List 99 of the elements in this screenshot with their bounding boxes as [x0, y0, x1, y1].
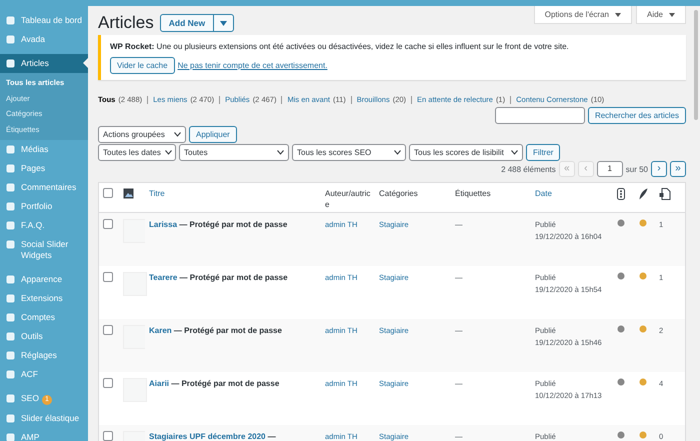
caret-icon	[220, 21, 228, 26]
seo-score-dot-icon	[617, 272, 625, 280]
menu-icon	[5, 58, 16, 69]
menu-icon	[5, 182, 16, 193]
sidebar-menu-item[interactable]: Médias	[0, 140, 88, 159]
checkbox[interactable]	[103, 431, 113, 441]
feather-icon	[639, 188, 648, 200]
sidebar-menu-item[interactable]: ACF	[0, 365, 88, 384]
column-header: Catégories	[379, 188, 418, 199]
menu-icon	[5, 163, 16, 174]
post-title: Tearere — Protégé par mot de passe	[149, 272, 289, 284]
dropdown-select[interactable]: Toutes les dates	[98, 144, 176, 161]
post-title-link[interactable]: Karen	[149, 326, 172, 335]
sidebar-menu-item[interactable]: Avada	[0, 30, 88, 49]
post-title-link[interactable]: Larissa	[149, 220, 178, 229]
screen-options-tab[interactable]: Options de l'écran	[534, 6, 632, 24]
post-title: Aiarii — Protégé par mot de passe	[149, 378, 280, 390]
post-title: Stagiaires UPF décembre 2020 —	[149, 431, 277, 441]
apply-button[interactable]: Appliquer	[189, 126, 237, 143]
menu-icon	[5, 432, 16, 441]
chevron-icon	[394, 150, 401, 155]
traffic-light-icon	[617, 188, 625, 200]
sidebar-menu-item[interactable]: Extensions	[0, 289, 88, 308]
seo-score-dot-icon	[617, 431, 625, 439]
dropdown-select[interactable]: Actions groupées	[98, 126, 186, 143]
chevron-icon	[277, 150, 284, 155]
menu-icon	[5, 331, 16, 342]
notice-text: WP Rocket: Une ou plusieurs extensions ont été activées ou désactivées, videz le cache si elles influent sur le front de votre site.	[110, 41, 570, 52]
post-title-link[interactable]: Stagiaires UPF décembre 2020	[149, 432, 266, 441]
menu-icon	[5, 350, 16, 361]
menu-icon	[5, 201, 16, 212]
menu-icon	[5, 15, 16, 26]
sidebar-menu-item[interactable]: Pages	[0, 159, 88, 178]
menu-icon	[5, 34, 16, 45]
sidebar-menu-item[interactable]: Social Slider Widgets	[0, 235, 88, 265]
caret-icon	[669, 12, 675, 16]
seo-score-dot-icon	[617, 325, 625, 333]
sidebar-menu-item[interactable]: Articles	[0, 54, 88, 73]
sidebar-menu-item[interactable]: Outils	[0, 327, 88, 346]
help-tab[interactable]: Aide	[636, 6, 686, 24]
readability-score-dot-icon	[639, 378, 647, 386]
dropdown-select[interactable]: Toutes	[179, 144, 289, 161]
sidebar-menu-item[interactable]: AMP	[0, 428, 88, 441]
page-title: Articles	[98, 13, 154, 33]
item-count: 2 488 éléments	[501, 164, 556, 174]
image-icon	[123, 188, 134, 199]
caret-icon	[614, 12, 621, 16]
checkbox[interactable]	[103, 325, 113, 335]
seo-score-dot-icon	[617, 219, 625, 227]
sidebar-menu-item[interactable]: Portfolio	[0, 197, 88, 216]
column-header: Étiquettes	[455, 188, 491, 199]
search-button[interactable]: Rechercher des articles	[588, 107, 686, 124]
sidebar-menu-item[interactable]: Commentaires	[0, 178, 88, 197]
pagination-button[interactable]: ›	[651, 161, 667, 177]
sidebar-menu-item[interactable]: Réglages	[0, 346, 88, 365]
checkbox[interactable]	[103, 272, 113, 282]
sidebar-menu-item[interactable]: F.A.Q.	[0, 216, 88, 235]
dropdown-select[interactable]: Tous les scores SEO	[292, 144, 406, 161]
post-title: Larissa — Protégé par mot de passe	[149, 219, 288, 231]
sidebar-menu-item[interactable]: Comptes	[0, 308, 88, 327]
chevron-icon	[174, 132, 181, 137]
readability-score-dot-icon	[639, 431, 647, 439]
checkbox[interactable]	[103, 378, 113, 388]
checkbox[interactable]	[103, 219, 113, 229]
menu-icon	[5, 239, 16, 250]
menu-icon	[5, 274, 16, 285]
menu-icon	[5, 144, 16, 155]
sidebar-menu-item[interactable]: Slider élastique	[0, 409, 88, 428]
pagination-button[interactable]: »	[670, 161, 686, 177]
menu-icon	[5, 369, 16, 380]
dismiss-link[interactable]: Ne pas tenir compte de cet avertissement.	[178, 61, 328, 70]
column-sort-link[interactable]: Date	[535, 188, 552, 199]
page-number-field[interactable]: 1	[596, 161, 623, 177]
column-header: Auteur/autrice	[325, 188, 371, 210]
column-sort-link[interactable]: Titre	[149, 188, 165, 199]
chevron-icon	[511, 150, 518, 155]
menu-icon	[5, 220, 16, 231]
clear-cache-button[interactable]: Vider le cache	[110, 57, 175, 74]
dropdown-select[interactable]: Tous les scores de lisibilit	[409, 144, 523, 161]
filter-button[interactable]: Filtrer	[526, 144, 560, 161]
readability-score-dot-icon	[639, 325, 647, 333]
page-total: sur 50	[626, 164, 648, 174]
chevron-icon	[164, 150, 172, 155]
search-field[interactable]	[494, 107, 585, 124]
post-title-link[interactable]: Tearere	[149, 273, 178, 282]
readability-score-dot-icon	[639, 272, 647, 280]
menu-icon	[5, 413, 16, 424]
seo-score-dot-icon	[617, 378, 625, 386]
menu-icon	[5, 293, 16, 304]
checkbox[interactable]	[103, 188, 113, 198]
menu-icon	[5, 312, 16, 323]
post-title-link[interactable]: Aiarii	[149, 379, 170, 388]
readability-score-dot-icon	[639, 219, 647, 227]
menu-icon	[5, 393, 16, 404]
scrollbar-thumb[interactable]	[694, 10, 698, 120]
post-title: Karen — Protégé par mot de passe	[149, 325, 283, 337]
sidebar-menu-item[interactable]: Tableau de bord	[0, 11, 88, 30]
document-icon	[659, 188, 671, 200]
sidebar-menu-item[interactable]: Apparence	[0, 270, 88, 289]
